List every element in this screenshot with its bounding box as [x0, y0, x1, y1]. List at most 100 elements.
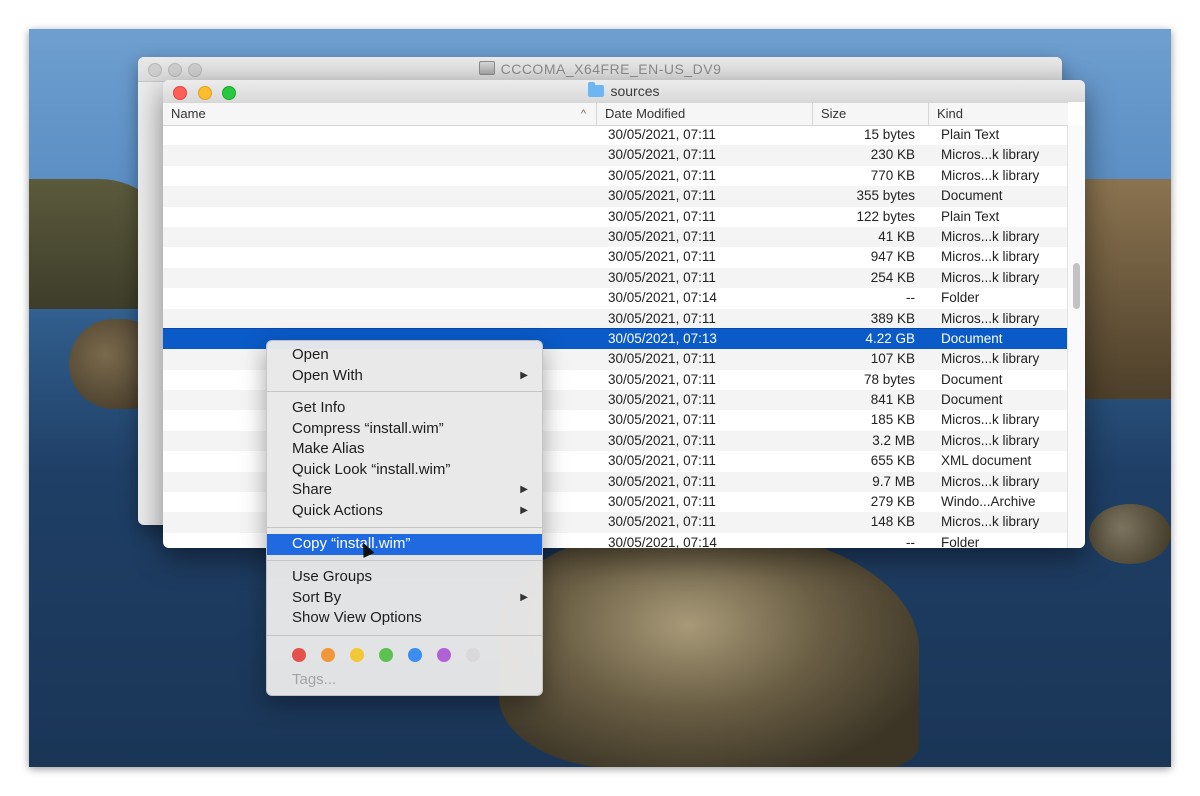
menu-item-make-alias[interactable]: Make Alias — [267, 439, 542, 460]
window-title-text: sources — [610, 83, 660, 99]
menu-separator — [267, 560, 542, 561]
disk-icon — [478, 61, 495, 75]
cell-kind: Micros...k library — [941, 269, 1040, 285]
cell-date-modified: 30/05/2021, 07:14 — [608, 290, 717, 306]
wallpaper-rock-small — [1089, 504, 1171, 564]
tag-color-dot[interactable] — [321, 648, 335, 662]
column-date-modified[interactable]: Date Modified — [597, 103, 813, 125]
tag-color-dot[interactable] — [437, 648, 451, 662]
cell-date-modified: 30/05/2021, 07:11 — [608, 310, 716, 326]
table-row[interactable]: imagingprovider.dll30/05/2021, 07:11254 … — [163, 267, 1068, 289]
menu-item-label: Open — [292, 346, 329, 363]
window-title-text: CCCOMA_X64FRE_EN-US_DV9 — [500, 61, 722, 77]
menu-item-compress[interactable]: Compress “install.wim” — [267, 419, 542, 440]
cell-date-modified: 30/05/2021, 07:11 — [608, 269, 716, 285]
cell-date-modified: 30/05/2021, 07:11 — [608, 127, 716, 142]
menu-item-label: Sort By — [292, 588, 342, 606]
cell-date-modified: 30/05/2021, 07:11 — [608, 208, 716, 224]
cell-date-modified: 30/05/2021, 07:14 — [608, 534, 717, 548]
cell-kind: Document — [941, 330, 1003, 346]
tag-color-dot[interactable] — [379, 648, 393, 662]
cell-kind: Document — [941, 392, 1003, 408]
cell-date-modified: 30/05/2021, 07:11 — [608, 371, 716, 387]
table-row[interactable]: hypervcomplcheck.dll30/05/2021, 07:11230… — [163, 145, 1068, 166]
cell-size: 122 bytes — [856, 208, 915, 224]
table-row[interactable]: input.dll30/05/2021, 07:11389 KBMicros..… — [163, 308, 1068, 329]
menu-item-label: Compress “install.wim” — [292, 419, 444, 437]
cell-size: 107 KB — [870, 351, 915, 367]
cell-kind: Document — [941, 371, 1003, 387]
tag-color-dot[interactable] — [292, 648, 306, 662]
cell-date-modified: 30/05/2021, 07:11 — [608, 147, 716, 163]
titlebar[interactable]: sources — [163, 80, 1085, 102]
menu-item-label: Open With — [292, 366, 363, 384]
scrollbar-thumb[interactable] — [1073, 263, 1080, 309]
menu-item-tags[interactable]: Tags... — [267, 670, 542, 691]
cell-size: 355 bytes — [856, 188, 915, 204]
cell-size: 148 KB — [870, 514, 915, 530]
cell-size: -- — [906, 534, 915, 548]
table-row[interactable]: hwexcludePE.txt30/05/2021, 07:1115 bytes… — [163, 125, 1068, 145]
menu-item-quick-look[interactable]: Quick Look “install.wim” — [267, 460, 542, 481]
vertical-scrollbar[interactable] — [1067, 125, 1085, 548]
tag-color-dot[interactable] — [408, 648, 422, 662]
submenu-arrow-icon: ▶ — [520, 504, 528, 516]
tag-color-dot[interactable] — [466, 648, 480, 662]
cell-size: 841 KB — [870, 392, 915, 408]
cell-date-modified: 30/05/2021, 07:11 — [608, 432, 716, 448]
cell-date-modified: 30/05/2021, 07:11 — [608, 228, 716, 244]
column-name[interactable]: Name ^ — [163, 103, 597, 125]
cell-kind: Micros...k library — [941, 167, 1040, 183]
table-row[interactable]: idwbinfo.txt30/05/2021, 07:11122 bytesPl… — [163, 207, 1068, 227]
column-date-label: Date Modified — [605, 106, 686, 121]
column-kind[interactable]: Kind — [929, 103, 1068, 125]
cell-size: 3.2 MB — [872, 432, 915, 448]
tag-color-dot[interactable] — [350, 648, 364, 662]
menu-item-quick-actions[interactable]: Quick Actions ▶ — [267, 501, 542, 522]
table-row[interactable]: imagelib.dll30/05/2021, 07:11947 KBMicro… — [163, 247, 1068, 267]
menu-item-get-info[interactable]: Get Info — [267, 398, 542, 419]
cell-kind: Micros...k library — [941, 514, 1040, 530]
table-row[interactable]: icbexclusion.inf30/05/2021, 07:11355 byt… — [163, 186, 1068, 207]
column-size[interactable]: Size — [813, 103, 929, 125]
folder-icon — [588, 82, 605, 97]
cell-kind: Folder — [941, 534, 980, 548]
table-row[interactable]: iasmigplugin.dll30/05/2021, 07:11770 KBM… — [163, 166, 1068, 186]
menu-item-label: Show View Options — [292, 609, 422, 626]
menu-item-label: Share — [292, 481, 333, 498]
cell-size: 655 KB — [870, 453, 915, 469]
cell-date-modified: 30/05/2021, 07:11 — [608, 514, 716, 530]
menu-item-use-groups[interactable]: Use Groups — [267, 567, 542, 588]
menu-item-label: Quick Look “install.wim” — [292, 460, 451, 478]
menu-item-label: Get Info — [292, 399, 346, 416]
sort-ascending-icon: ^ — [580, 108, 586, 120]
table-row[interactable]: ▶inf30/05/2021, 07:14--Folder — [163, 288, 1068, 308]
cell-size: 41 KB — [878, 228, 915, 244]
cell-size: 947 KB — [870, 249, 915, 265]
cell-date-modified: 30/05/2021, 07:11 — [608, 188, 716, 204]
cell-date-modified: 30/05/2021, 07:11 — [608, 167, 716, 183]
titlebar-back[interactable]: CCCOMA_X64FRE_EN-US_DV9 — [138, 57, 1062, 82]
menu-item-show-view-options[interactable]: Show View Options — [267, 608, 542, 629]
menu-item-label: Make Alias — [292, 440, 365, 457]
cell-date-modified: 30/05/2021, 07:11 — [608, 473, 716, 489]
cell-kind: Micros...k library — [941, 473, 1040, 489]
menu-item-open[interactable]: Open — [267, 345, 542, 366]
context-menu: Open Open With ▶ Get Info Compress “insta… — [266, 340, 543, 696]
menu-item-label: Tags... — [292, 671, 337, 688]
cell-kind: Micros...k library — [941, 228, 1040, 244]
column-kind-label: Kind — [937, 106, 964, 121]
column-size-label: Size — [821, 106, 847, 121]
menu-item-label: Quick Actions — [292, 501, 383, 519]
menu-item-copy[interactable]: Copy “install.wim” — [267, 534, 542, 555]
cell-kind: XML document — [941, 453, 1032, 469]
menu-item-open-with[interactable]: Open With ▶ — [267, 366, 542, 387]
menu-item-share[interactable]: Share ▶ — [267, 480, 542, 501]
cell-date-modified: 30/05/2021, 07:11 — [608, 453, 716, 469]
table-row[interactable]: iiscomp.dll30/05/2021, 07:1141 KBMicros.… — [163, 226, 1068, 248]
menu-item-sort-by[interactable]: Sort By ▶ — [267, 588, 542, 609]
column-header: Name ^ Date Modified Size Kind — [163, 102, 1068, 126]
cell-date-modified: 30/05/2021, 07:11 — [608, 392, 716, 408]
submenu-arrow-icon: ▶ — [520, 484, 528, 495]
cell-size: 770 KB — [870, 167, 915, 183]
